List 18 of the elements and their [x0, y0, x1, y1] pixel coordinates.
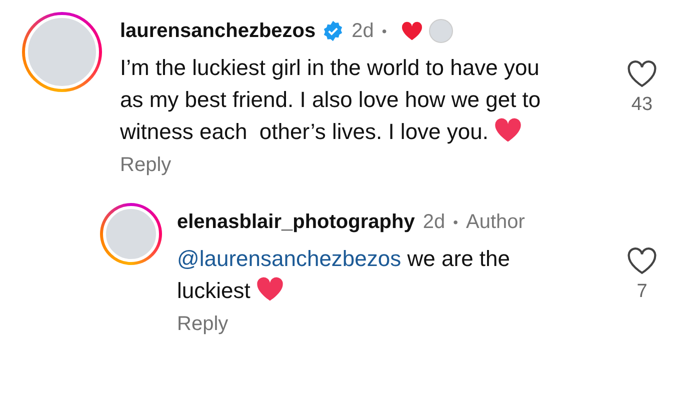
like-count: 7: [636, 281, 648, 303]
comment-time: 2d: [422, 210, 446, 234]
like-count: 43: [631, 94, 653, 116]
heart-icon: [400, 21, 423, 41]
author-avatar: [428, 19, 453, 43]
mention-link[interactable]: @laurensanchezbezos: [177, 246, 402, 271]
separator-dot: •: [382, 23, 387, 39]
author-label: Author: [466, 210, 525, 234]
separator-dot: •: [453, 214, 458, 230]
username[interactable]: elenasblair_photography: [177, 210, 415, 234]
like-heart-icon[interactable]: [627, 60, 657, 88]
comment-text: I’m the luckiest girl in the world to have you as my best friend. I also love how we get to witness each other’s lives. I love you.: [120, 54, 542, 146]
reply-link[interactable]: Reply: [177, 313, 228, 336]
reply-link[interactable]: Reply: [120, 154, 172, 177]
like-heart-icon[interactable]: [627, 247, 657, 275]
comment-text: @laurensanchezbezos we are the luckiest: [177, 245, 511, 305]
comment-time: 2d: [352, 20, 374, 42]
username[interactable]: laurensanchezbezos: [120, 20, 316, 42]
